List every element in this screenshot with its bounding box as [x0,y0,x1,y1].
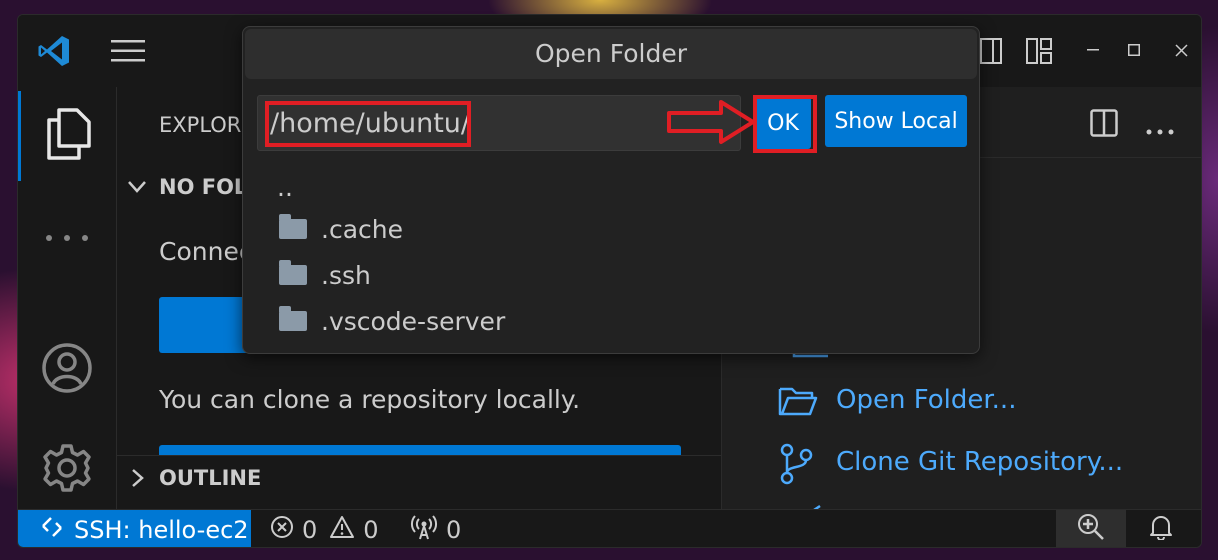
close-icon[interactable] [1166,35,1196,65]
dialog-title: Open Folder [245,29,977,79]
account-icon [41,342,93,398]
show-local-button[interactable]: Show Local [825,95,967,147]
zoom-in-icon [1077,513,1105,547]
minimize-icon[interactable] [1078,35,1108,65]
folder-label: .vscode-server [321,306,506,336]
connect-text: Connec [159,237,253,266]
clone-git-repository-link[interactable]: Clone Git Repository... [778,443,1198,485]
status-bar: SSH: hello-ec2 0 0 0 [18,509,1201,547]
open-folder-link[interactable]: Open Folder... [778,383,1198,423]
parent-dir-label: .. [277,172,293,202]
files-icon [45,108,93,164]
chevron-down-icon [127,179,147,198]
split-editor-icon[interactable] [1090,109,1118,141]
ellipsis-icon [45,227,89,246]
error-count: 0 [302,516,318,544]
clone-repository-button[interactable] [159,445,681,455]
activity-bar [18,87,116,509]
error-icon [270,515,294,545]
manage-activity[interactable] [18,425,116,515]
ports-indicator[interactable]: 0 [410,510,462,547]
folder-icon [279,306,307,331]
zoom-indicator[interactable] [1056,510,1126,547]
explorer-title: EXPLORE [159,113,255,137]
problems-indicator[interactable]: 0 0 [270,510,379,547]
chevron-right-icon [131,468,145,492]
warning-count: 0 [363,516,379,544]
more-views-activity[interactable] [18,191,116,281]
hamburger-menu-icon[interactable] [108,35,148,67]
outline-section-label: OUTLINE [159,466,262,490]
maximize-icon[interactable] [1119,35,1149,65]
no-folder-section-label: NO FOL [159,175,248,199]
open-folder-label: Open Folder... [836,385,1017,415]
folder-row-ssh[interactable]: .ssh [279,253,371,297]
git-branch-icon [778,443,818,489]
accounts-activity[interactable] [18,325,116,415]
folder-open-icon [778,385,818,421]
outline-section-header[interactable]: OUTLINE [117,455,723,499]
broadcast-icon [410,514,438,546]
more-actions-icon[interactable] [1146,120,1174,139]
vscode-logo-icon [34,31,74,71]
right-arrow-annotation [667,99,757,149]
folder-label: .ssh [321,260,371,290]
clone-git-repository-label: Clone Git Repository... [836,447,1124,477]
parent-dir-row[interactable]: .. [277,165,293,209]
remote-label: SSH: hello-ec2 [74,516,249,544]
explorer-activity[interactable] [18,91,116,181]
notifications-indicator[interactable] [1138,510,1184,547]
folder-icon [279,214,307,239]
open-folder-dialog: Open Folder OK Show Local .. .cache .ssh… [242,26,980,354]
path-highlight-annotation [265,101,471,147]
ok-highlight-annotation [753,95,817,153]
warning-icon [329,515,355,545]
folder-row-vscode-server[interactable]: .vscode-server [279,299,505,343]
ports-count: 0 [446,516,462,544]
clone-text: You can clone a repository locally. [159,385,581,414]
folder-label: .cache [321,214,403,244]
bell-icon [1149,514,1173,546]
gear-icon [41,442,93,498]
folder-icon [279,260,307,285]
remote-icon [40,515,64,545]
toggle-panel-icon[interactable] [976,35,1006,67]
remote-indicator[interactable]: SSH: hello-ec2 [18,510,251,547]
folder-row-cache[interactable]: .cache [279,207,403,251]
customize-layout-icon[interactable] [1023,35,1055,67]
